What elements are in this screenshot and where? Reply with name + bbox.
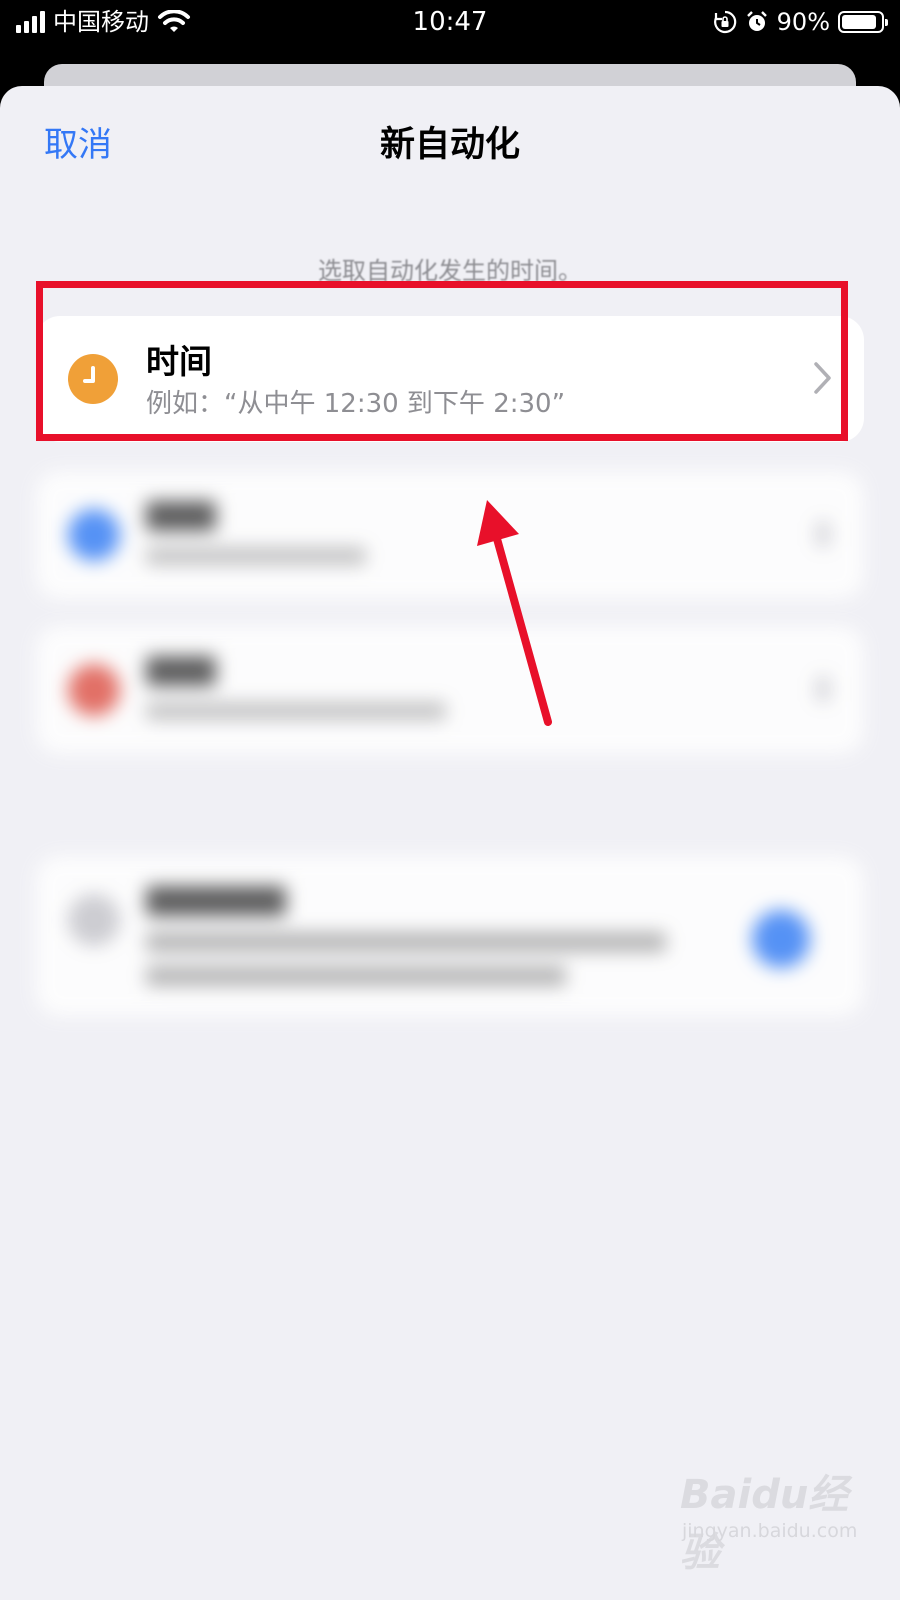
blurred-option-title [146,501,216,531]
chevron-right-icon [816,521,830,547]
blurred-option-subtitle [146,966,566,986]
status-right: 90% [713,6,888,38]
watermark: Baidu经验 jingyan.baidu.com [680,1462,880,1576]
battery-fill [842,15,877,29]
orientation-lock-icon [713,10,736,34]
battery-cap [885,19,888,26]
watermark-url: jingyan.baidu.com [682,1520,858,1542]
alarm-icon [746,11,767,31]
option-row-blurred-1[interactable] [36,471,864,599]
blurred-option-icon [68,509,120,561]
blurred-option-subtitle [146,547,366,565]
page-title: 新自动化 [379,125,520,165]
blurred-option-title [146,656,216,686]
toggle-switch[interactable] [752,910,810,968]
battery-icon [838,11,888,33]
highlight-annotation [36,281,848,441]
blurred-option-icon [68,664,120,716]
blurred-option-subtitle [146,702,446,720]
chevron-right-icon [816,676,830,702]
option-row-blurred-2[interactable] [36,626,864,754]
option-row-blurred-3[interactable] [36,856,864,1016]
blurred-option-title [146,886,286,916]
blurred-option-icon [68,894,120,946]
battery-percent: 90% [776,8,830,36]
status-bar: 中国移动 10:47 90% [0,0,900,46]
blurred-option-subtitle [146,932,666,952]
